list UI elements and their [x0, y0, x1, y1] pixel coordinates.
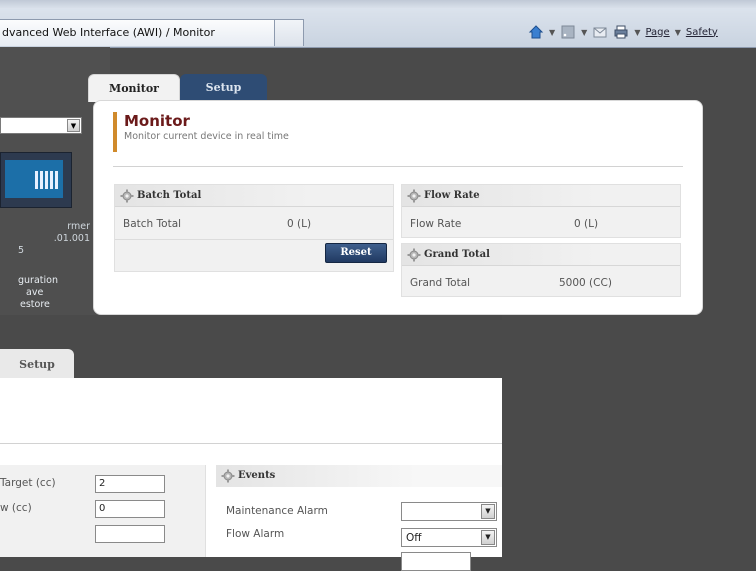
flow-alarm-select[interactable]: Off ▼ [401, 528, 497, 547]
batch-total-label: Batch Total [123, 218, 182, 230]
chevron-down-icon[interactable]: ▼ [67, 119, 80, 132]
gear-icon [407, 248, 421, 262]
page-header: Monitor Monitor current device in real t… [113, 112, 289, 152]
tab-setup-lower[interactable]: Setup [0, 349, 74, 379]
events-panel-title: Events [238, 470, 276, 481]
device-bargraph [35, 171, 59, 189]
target-input[interactable]: 2 [95, 475, 165, 493]
page-subtitle: Monitor current device in real time [124, 131, 289, 142]
rss-feed-icon[interactable] [560, 24, 576, 40]
events-panel-header: Events [216, 465, 502, 487]
grand-total-label: Grand Total [410, 277, 471, 289]
flow-rate-panel-title: Flow Rate [424, 190, 480, 201]
partial-input[interactable] [95, 525, 165, 543]
tab-setup[interactable]: Setup [180, 74, 267, 101]
gear-icon [407, 189, 421, 203]
chevron-down-icon[interactable]: ▼ [481, 530, 495, 545]
flow-alarm-value: Off [406, 532, 422, 544]
divider [0, 443, 502, 444]
device-name-text: rmer [67, 221, 90, 232]
new-tab-button[interactable] [274, 19, 304, 46]
grand-total-panel-title: Grand Total [424, 249, 490, 260]
reset-button[interactable]: Reset [325, 243, 387, 263]
batch-total-panel-title: Batch Total [137, 190, 202, 201]
flow-rate-value: 0 (L) [574, 218, 599, 230]
gear-icon [221, 469, 235, 483]
flow-cc-label: w (cc) [0, 502, 32, 514]
browser-favorites-strip [0, 0, 756, 8]
chevron-down-icon[interactable]: ▼ [675, 28, 681, 37]
divider [113, 166, 683, 167]
divider [115, 239, 393, 240]
batch-total-value: 0 (L) [287, 218, 312, 230]
setup-settings-panel: Target (cc) 2 w (cc) 0 [0, 465, 206, 557]
target-label: Target (cc) [0, 477, 56, 489]
device-select[interactable]: ▼ [0, 117, 82, 134]
mail-icon[interactable] [592, 24, 608, 40]
home-icon[interactable] [528, 24, 544, 40]
chevron-down-icon[interactable]: ▼ [634, 28, 640, 37]
page-menu[interactable]: Page [645, 27, 669, 38]
grand-total-panel-header: Grand Total [402, 244, 680, 266]
browser-command-bar: ▼ ▼ ▼ Page ▼ Safety [528, 22, 718, 42]
chevron-down-icon[interactable]: ▼ [549, 28, 555, 37]
chevron-down-icon[interactable]: ▼ [481, 504, 495, 519]
print-icon[interactable] [613, 24, 629, 40]
flow-cc-input[interactable]: 0 [95, 500, 165, 518]
background-area [502, 315, 756, 557]
batch-total-panel-header: Batch Total [115, 185, 393, 207]
flow-rate-panel: Flow Rate Flow Rate 0 (L) [401, 184, 681, 238]
browser-tab-awi-monitor[interactable]: dvanced Web Interface (AWI) / Monitor [0, 19, 275, 46]
device-image [0, 152, 72, 208]
safety-menu[interactable]: Safety [686, 27, 718, 38]
device-version-text: .01.001 [53, 233, 90, 244]
page-title: Monitor [124, 112, 190, 130]
maintenance-alarm-select[interactable]: ▼ [401, 502, 497, 521]
events-panel: Events Maintenance Alarm ▼ Flow Alarm Of… [216, 465, 502, 571]
backlight-select[interactable] [401, 552, 471, 571]
grand-total-panel: Grand Total Grand Total 5000 (CC) [401, 243, 681, 297]
flow-rate-panel-header: Flow Rate [402, 185, 680, 207]
gear-icon [120, 189, 134, 203]
flow-rate-label: Flow Rate [410, 218, 462, 230]
tab-monitor[interactable]: Monitor [88, 74, 180, 102]
chevron-down-icon[interactable]: ▼ [581, 28, 587, 37]
flow-alarm-label: Flow Alarm [226, 528, 285, 540]
maintenance-alarm-label: Maintenance Alarm [226, 505, 328, 517]
grand-total-value: 5000 (CC) [559, 277, 612, 289]
